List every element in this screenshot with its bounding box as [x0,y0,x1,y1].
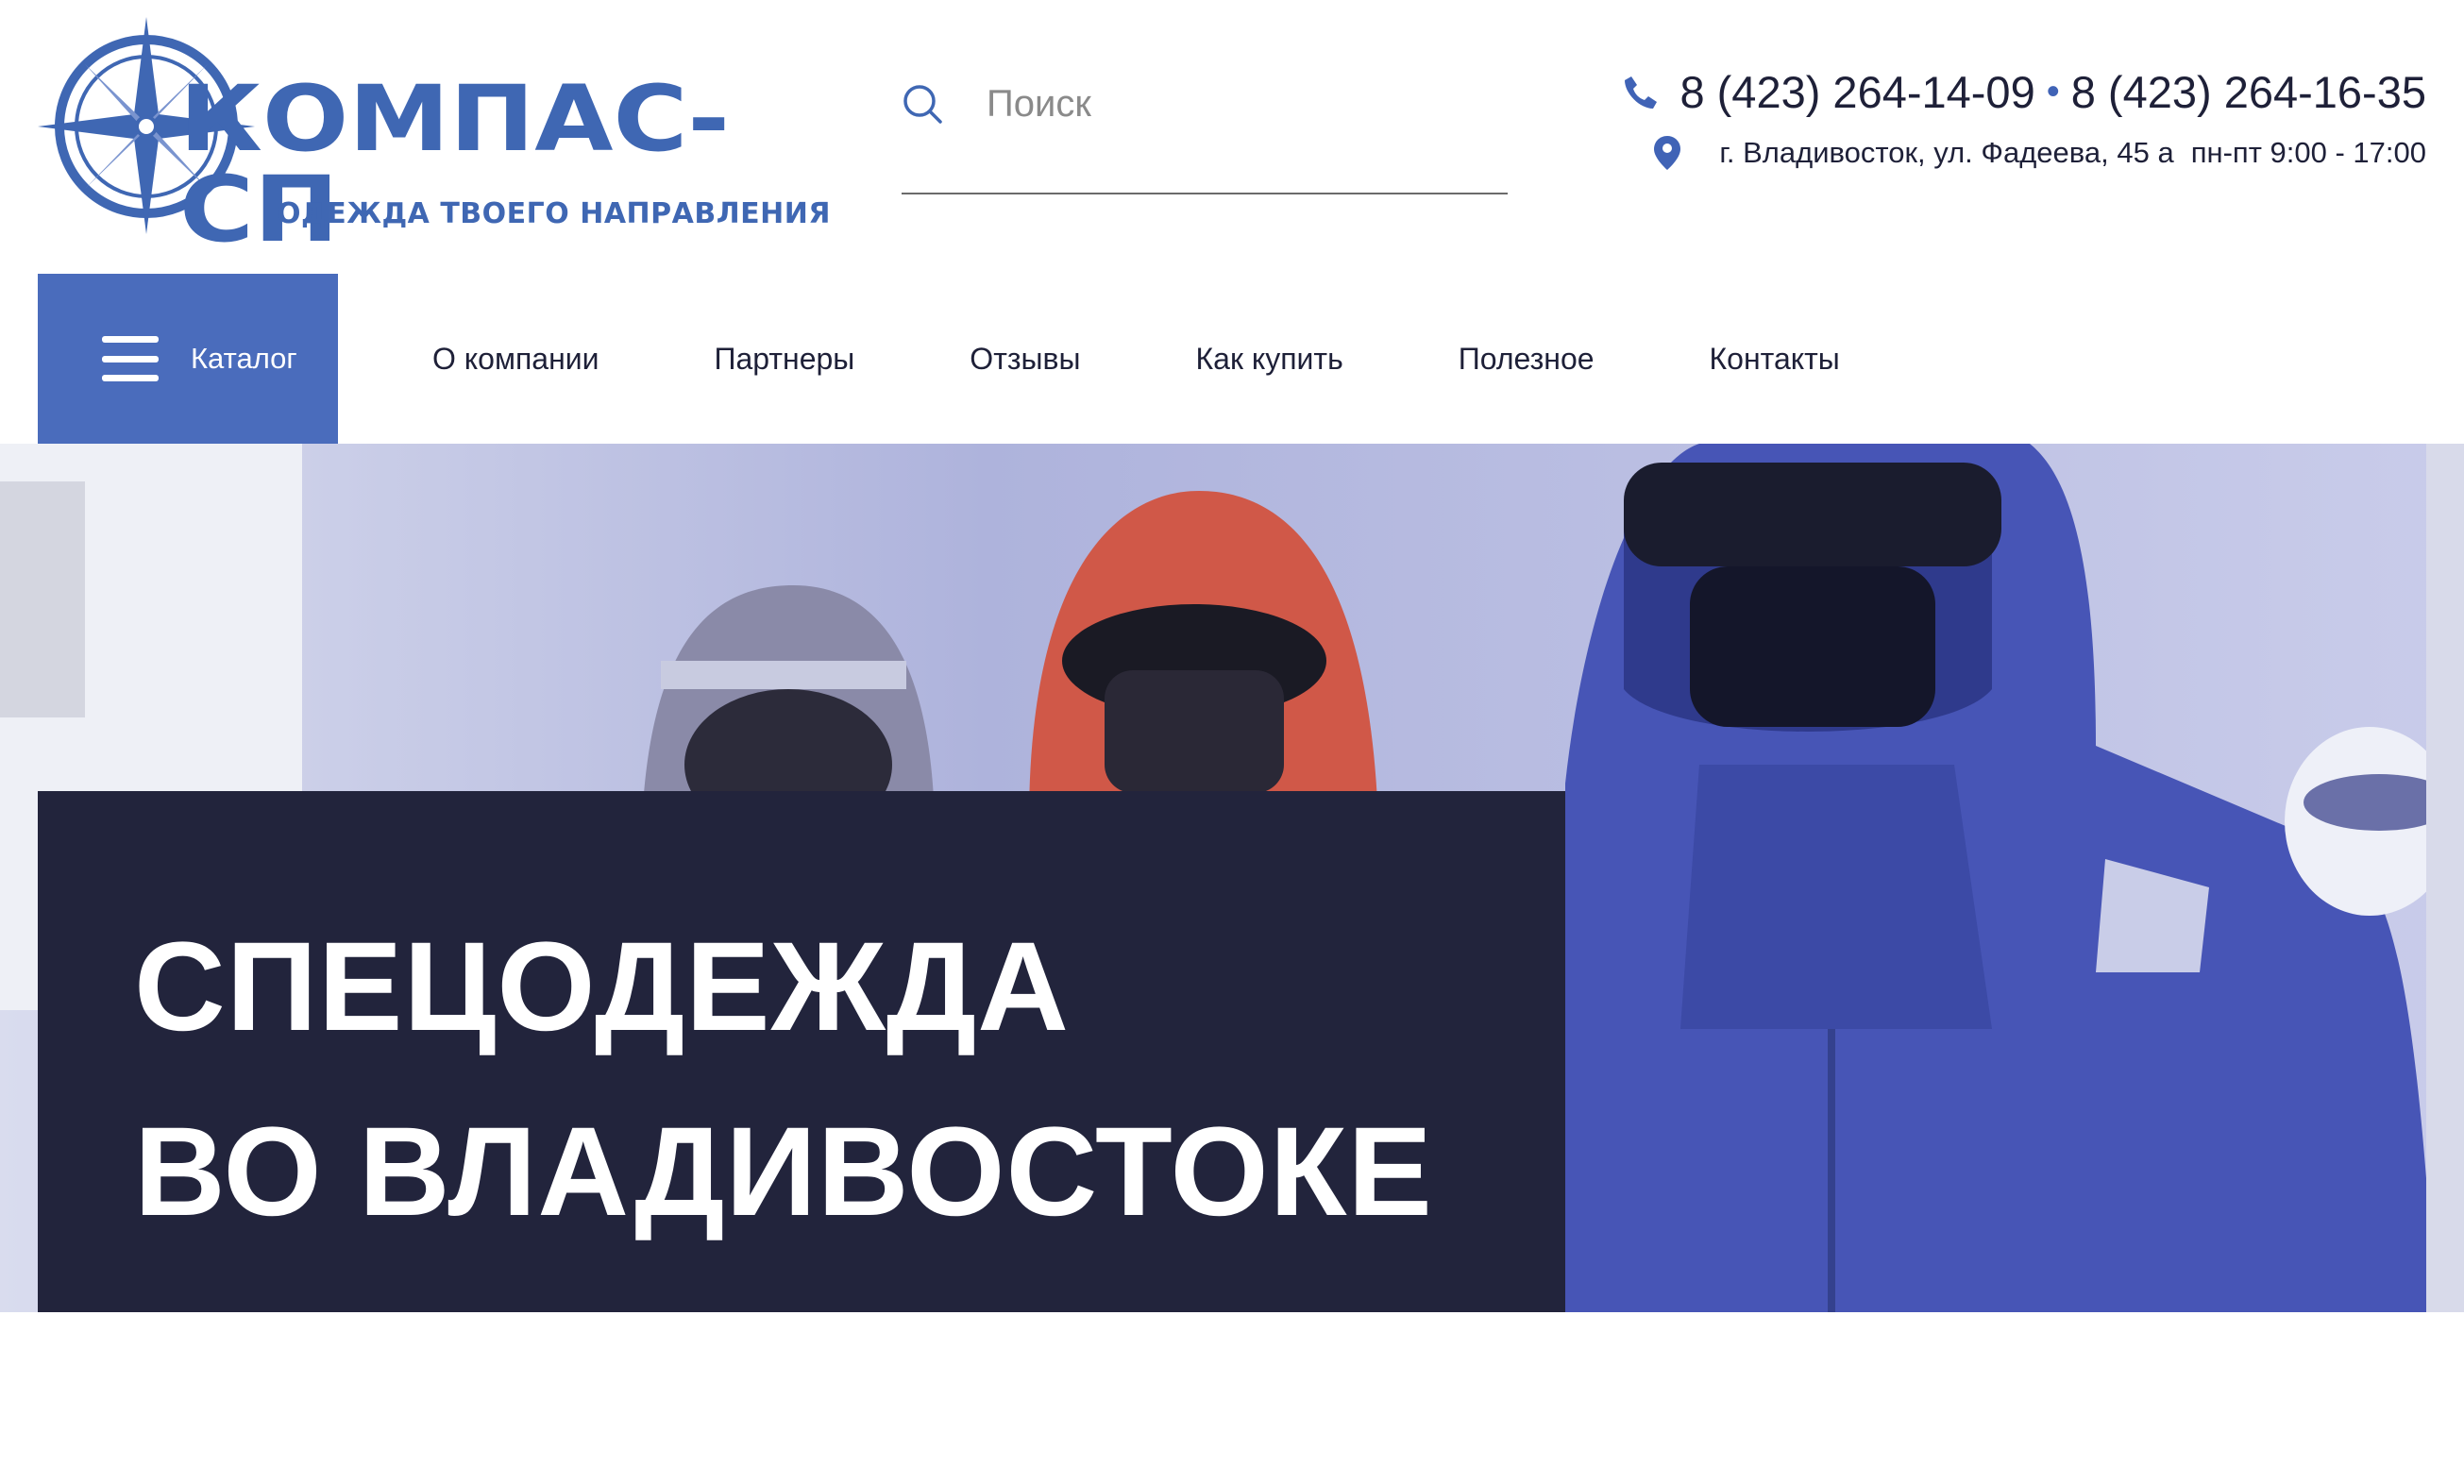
nav-link-about[interactable]: О компании [432,342,599,377]
search-input[interactable] [987,77,1496,130]
address-line: г. Владивосток, ул. Фадеева, 45 а пн-пт … [1623,135,2426,171]
phone-icon [1625,76,1658,109]
nav-link-partners[interactable]: Партнеры [714,342,854,377]
catalog-button[interactable]: Каталог [38,274,338,444]
contacts-block: 8 (423) 264-14-09 • 8 (423) 264-16-35 г.… [1623,66,2426,171]
nav-link-useful[interactable]: Полезное [1459,342,1595,377]
phones-line: 8 (423) 264-14-09 • 8 (423) 264-16-35 [1623,66,2426,118]
phone-link-2[interactable]: 8 (423) 264-16-35 [2071,66,2426,118]
logo-tagline: ОДЕЖДА ТВОЕГО НАПРАВЛЕНИЯ [277,197,831,230]
hero-title-line-2: ВО ВЛАДИВОСТОКЕ [134,1102,1433,1242]
hero-banner: СПЕЦОДЕЖДА ВО ВЛАДИВОСТОКЕ [0,444,2464,1312]
hero-title-box: СПЕЦОДЕЖДА ВО ВЛАДИВОСТОКЕ [38,791,1565,1312]
search-icon[interactable] [902,83,943,125]
search-bar [902,66,1508,194]
logo-link[interactable]: КОМПАС-СП ОДЕЖДА ТВОЕГО НАПРАВЛЕНИЯ [38,15,830,255]
work-hours: пн-пт 9:00 - 17:00 [2190,136,2426,169]
main-nav: Каталог О компании Партнеры Отзывы Как к… [38,274,2426,444]
phone-link-1[interactable]: 8 (423) 264-14-09 [1679,66,2034,118]
address-text: г. Владивосток, ул. Фадеева, 45 а [1719,136,2174,169]
catalog-label: Каталог [191,342,297,375]
nav-links: О компании Партнеры Отзывы Как купить По… [432,274,1840,444]
hero-title-line-1: СПЕЦОДЕЖДА [134,917,1070,1057]
map-pin-icon [1654,136,1681,170]
phone-separator: • [2046,71,2060,112]
nav-link-reviews[interactable]: Отзывы [970,342,1080,377]
nav-link-how-to-buy[interactable]: Как купить [1196,342,1343,377]
menu-icon [102,336,159,381]
nav-link-contacts[interactable]: Контакты [1710,342,1840,377]
hero-title: СПЕЦОДЕЖДА ВО ВЛАДИВОСТОКЕ [134,895,1433,1265]
